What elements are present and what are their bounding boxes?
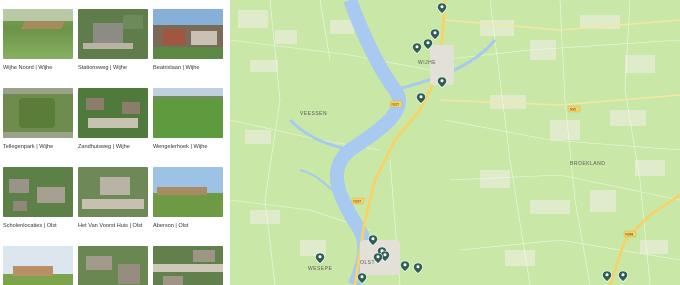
- label-veessen: VEESSEN: [300, 111, 327, 117]
- project-thumbnail[interactable]: [78, 246, 148, 285]
- project-thumbnail[interactable]: [153, 9, 223, 59]
- project-thumbnail[interactable]: [78, 167, 148, 217]
- project-caption: Aberson | Olst: [153, 223, 189, 229]
- project-card[interactable]: [78, 246, 150, 285]
- project-card[interactable]: Wijhe Noord | Wijhe: [3, 9, 75, 71]
- project-card[interactable]: Tellegenpark | Wijhe: [3, 88, 75, 150]
- label-broekland: BROEKLAND: [570, 161, 605, 167]
- project-card[interactable]: Zandhuisweg | Wijhe: [78, 88, 150, 150]
- project-card[interactable]: Beatrixlaan | Wijhe: [153, 9, 225, 71]
- project-thumbnail[interactable]: [3, 246, 73, 285]
- badge-n348: N348: [626, 233, 634, 237]
- project-caption: Zandhuisweg | Wijhe: [78, 144, 130, 150]
- label-wesepe: WESEPE: [308, 266, 333, 272]
- project-thumbnail[interactable]: [153, 246, 223, 285]
- project-card[interactable]: Het Van Voorst Huis | Olst: [78, 167, 150, 229]
- project-card[interactable]: Scholenlocaties | Olst: [3, 167, 75, 229]
- project-card[interactable]: [3, 246, 75, 285]
- project-card[interactable]: Stationsweg | Wijhe: [78, 9, 150, 71]
- project-caption: Stationsweg | Wijhe: [78, 65, 128, 71]
- project-caption: Het Van Voorst Huis | Olst: [78, 223, 143, 229]
- badge-n337-north: N337: [392, 103, 400, 107]
- project-thumbnail[interactable]: [78, 88, 148, 138]
- project-card[interactable]: [153, 246, 225, 285]
- project-thumbnail[interactable]: [3, 88, 73, 138]
- project-grid: Wijhe Noord | Wijhe Stationsweg | Wijhe Be…: [0, 0, 230, 285]
- project-caption: Tellegenpark | Wijhe: [3, 144, 54, 150]
- project-map[interactable]: WIJHE VEESSEN BROEKLAND OLST WESEPE N337…: [230, 0, 680, 285]
- project-thumbnail[interactable]: [3, 167, 73, 217]
- project-caption: Wengelerhoek | Wijhe: [153, 144, 208, 150]
- project-caption: Scholenlocaties | Olst: [3, 223, 57, 229]
- project-card[interactable]: Wengelerhoek | Wijhe: [153, 88, 225, 150]
- project-caption: Wijhe Noord | Wijhe: [3, 65, 53, 71]
- project-thumbnail[interactable]: [153, 88, 223, 138]
- map-canvas[interactable]: WIJHE VEESSEN BROEKLAND OLST WESEPE N337…: [230, 0, 680, 285]
- label-wijhe: WIJHE: [418, 60, 436, 66]
- project-caption: Beatrixlaan | Wijhe: [153, 65, 200, 71]
- project-thumbnail[interactable]: [153, 167, 223, 217]
- project-thumbnail[interactable]: [78, 9, 148, 59]
- project-card[interactable]: Aberson | Olst: [153, 167, 225, 229]
- badge-n337-south: N337: [354, 200, 362, 204]
- project-thumbnail[interactable]: [3, 9, 73, 59]
- badge-n35: N35: [570, 108, 576, 112]
- label-olst: OLST: [360, 260, 375, 266]
